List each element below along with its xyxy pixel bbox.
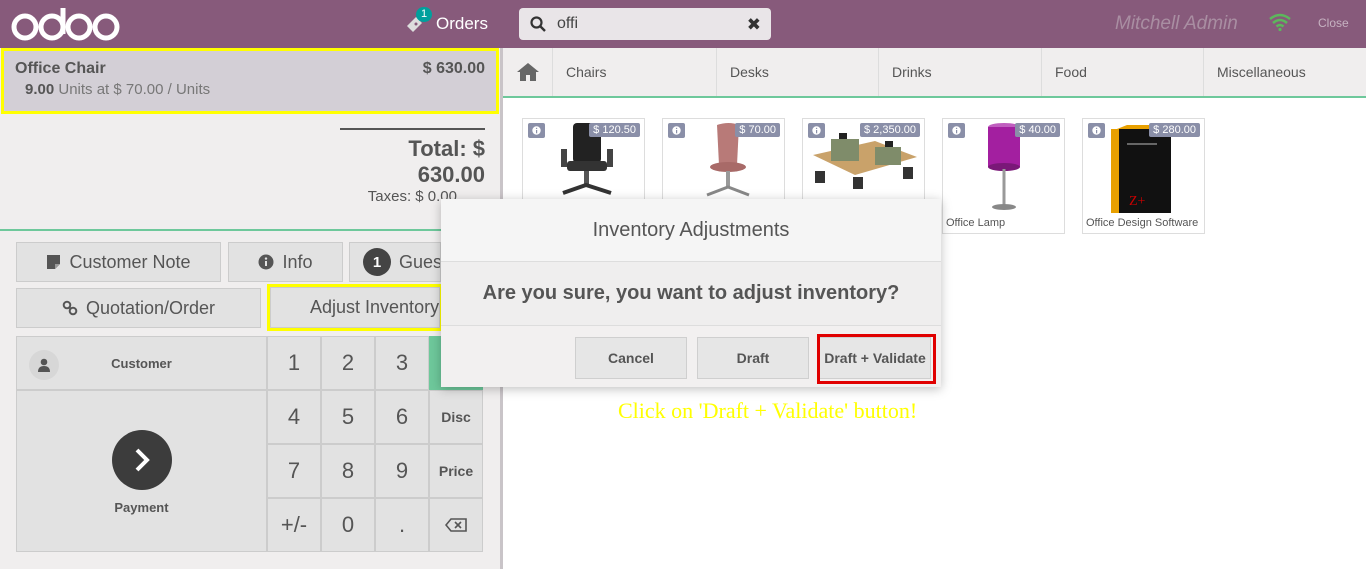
numpad-key-2[interactable]: 2: [321, 336, 375, 390]
highlight-box: [817, 334, 936, 384]
orders-count-badge: 1: [416, 7, 433, 22]
product-price: $ 120.50: [589, 123, 640, 137]
product-info-icon[interactable]: [1088, 123, 1105, 138]
payment-button[interactable]: Payment: [16, 390, 267, 552]
backspace-icon: [445, 518, 467, 532]
adjust-inventory-label: Adjust Inventory: [310, 297, 440, 317]
left-pane: Office Chair $ 630.00 9.00 Units at $ 70…: [0, 48, 500, 569]
product-info-icon[interactable]: [808, 123, 825, 138]
user-name: Mitchell Admin: [1115, 13, 1238, 34]
order-line[interactable]: Office Chair $ 630.00 9.00 Units at $ 70…: [1, 48, 499, 114]
numpad-key-plus-minus[interactable]: +/-: [267, 498, 321, 552]
payment-label: Payment: [114, 500, 169, 515]
quotation-order-label: Quotation/Order: [85, 297, 216, 318]
info-circle-icon: [258, 254, 274, 270]
numpad-key-4[interactable]: 4: [267, 390, 321, 444]
product-card[interactable]: $ 40.00 Office Lamp: [942, 118, 1065, 234]
order-totals: Total: $ 630.00 Taxes: $ 0.00: [340, 128, 485, 205]
order-line-info: 9.00 Units at $ 70.00 / Units: [25, 81, 210, 98]
numpad-key-8[interactable]: 8: [321, 444, 375, 498]
customer-label: Customer: [111, 355, 172, 371]
info-button[interactable]: Info: [228, 242, 343, 282]
search-icon: [519, 16, 557, 32]
product-info-icon[interactable]: [948, 123, 965, 138]
customer-note-label: Customer Note: [69, 251, 191, 272]
product-info-icon[interactable]: [668, 123, 685, 138]
order-line-qty: 9.00: [25, 81, 55, 98]
home-category-button[interactable]: [503, 48, 553, 96]
guests-label: Guests: [399, 251, 440, 272]
payment-arrow-icon: [112, 430, 172, 490]
wifi-icon: [1269, 13, 1291, 32]
top-bar: 1 Orders ✖ Mitchell Admin Close: [0, 0, 1366, 48]
odoo-logo: [11, 8, 120, 41]
dialog-title: Inventory Adjustments: [441, 199, 941, 262]
product-price: $ 40.00: [1015, 123, 1060, 137]
guests-button[interactable]: 1 Guests: [349, 242, 441, 282]
order-line-product: Office Chair: [15, 60, 106, 77]
numpad-key-7[interactable]: 7: [267, 444, 321, 498]
category-miscellaneous[interactable]: Miscellaneous: [1204, 48, 1366, 96]
guests-count: 1: [363, 248, 391, 276]
orders-button[interactable]: 1 Orders: [404, 7, 488, 38]
numpad-key-5[interactable]: 5: [321, 390, 375, 444]
product-info-icon[interactable]: [528, 123, 545, 138]
customer-button[interactable]: Customer: [16, 336, 267, 390]
customer-note-button[interactable]: Customer Note: [16, 242, 221, 282]
cancel-button[interactable]: Cancel: [575, 337, 687, 379]
order-total: Total: $ 630.00: [408, 136, 485, 187]
home-icon: [516, 63, 539, 81]
order-line-detail: Units at $ 70.00 / Units: [58, 81, 211, 98]
product-name: Office Design Software: [1086, 217, 1199, 229]
product-card[interactable]: Z+ $ 280.00 Office Design Software: [1082, 118, 1205, 234]
user-icon: [29, 350, 59, 380]
numpad-price[interactable]: Price: [429, 444, 483, 498]
product-name: Office Lamp: [946, 217, 1006, 229]
search-box[interactable]: ✖: [519, 8, 771, 40]
numpad-disc[interactable]: Disc: [429, 390, 483, 444]
orders-label: Orders: [436, 14, 488, 33]
quotation-order-button[interactable]: Quotation/Order: [16, 288, 261, 328]
dialog-message: Are you sure, you want to adjust invento…: [441, 262, 941, 326]
numpad-key-dot[interactable]: .: [375, 498, 429, 552]
product-image-software-box: Z+: [1111, 125, 1171, 213]
numpad-key-1[interactable]: 1: [267, 336, 321, 390]
tutorial-hint: Click on 'Draft + Validate' button!: [618, 398, 918, 423]
numpad-key-6[interactable]: 6: [375, 390, 429, 444]
category-food[interactable]: Food: [1042, 48, 1204, 96]
order-area: Office Chair $ 630.00 9.00 Units at $ 70…: [0, 48, 500, 231]
numpad-backspace[interactable]: [429, 498, 483, 552]
order-line-price: $ 630.00: [422, 60, 485, 77]
svg-text:Z+: Z+: [1129, 194, 1146, 209]
category-drinks[interactable]: Drinks: [879, 48, 1042, 96]
numpad-area: Customer Payment 1 2 3 4 5 6 Disc 7 8 9 …: [16, 336, 484, 552]
product-price: $ 280.00: [1149, 123, 1200, 137]
product-price: $ 2,350.00: [860, 123, 920, 137]
category-chairs[interactable]: Chairs: [553, 48, 717, 96]
category-bar: Chairs Desks Drinks Food Miscellaneous: [503, 48, 1366, 98]
close-button[interactable]: Close: [1318, 16, 1349, 30]
ticket-icon: 1: [404, 7, 433, 35]
numpad-key-3[interactable]: 3: [375, 336, 429, 390]
category-desks[interactable]: Desks: [717, 48, 879, 96]
order-taxes: Taxes: $ 0.00: [367, 188, 457, 205]
link-icon: [62, 300, 78, 316]
clear-search-icon[interactable]: ✖: [747, 15, 761, 35]
search-input[interactable]: [557, 15, 737, 33]
info-label: Info: [282, 251, 313, 272]
numpad-key-9[interactable]: 9: [375, 444, 429, 498]
numpad-key-0[interactable]: 0: [321, 498, 375, 552]
product-price: $ 70.00: [735, 123, 780, 137]
note-icon: [46, 254, 61, 270]
draft-button[interactable]: Draft: [697, 337, 809, 379]
adjust-inventory-button[interactable]: Adjust Inventory: [267, 284, 443, 331]
